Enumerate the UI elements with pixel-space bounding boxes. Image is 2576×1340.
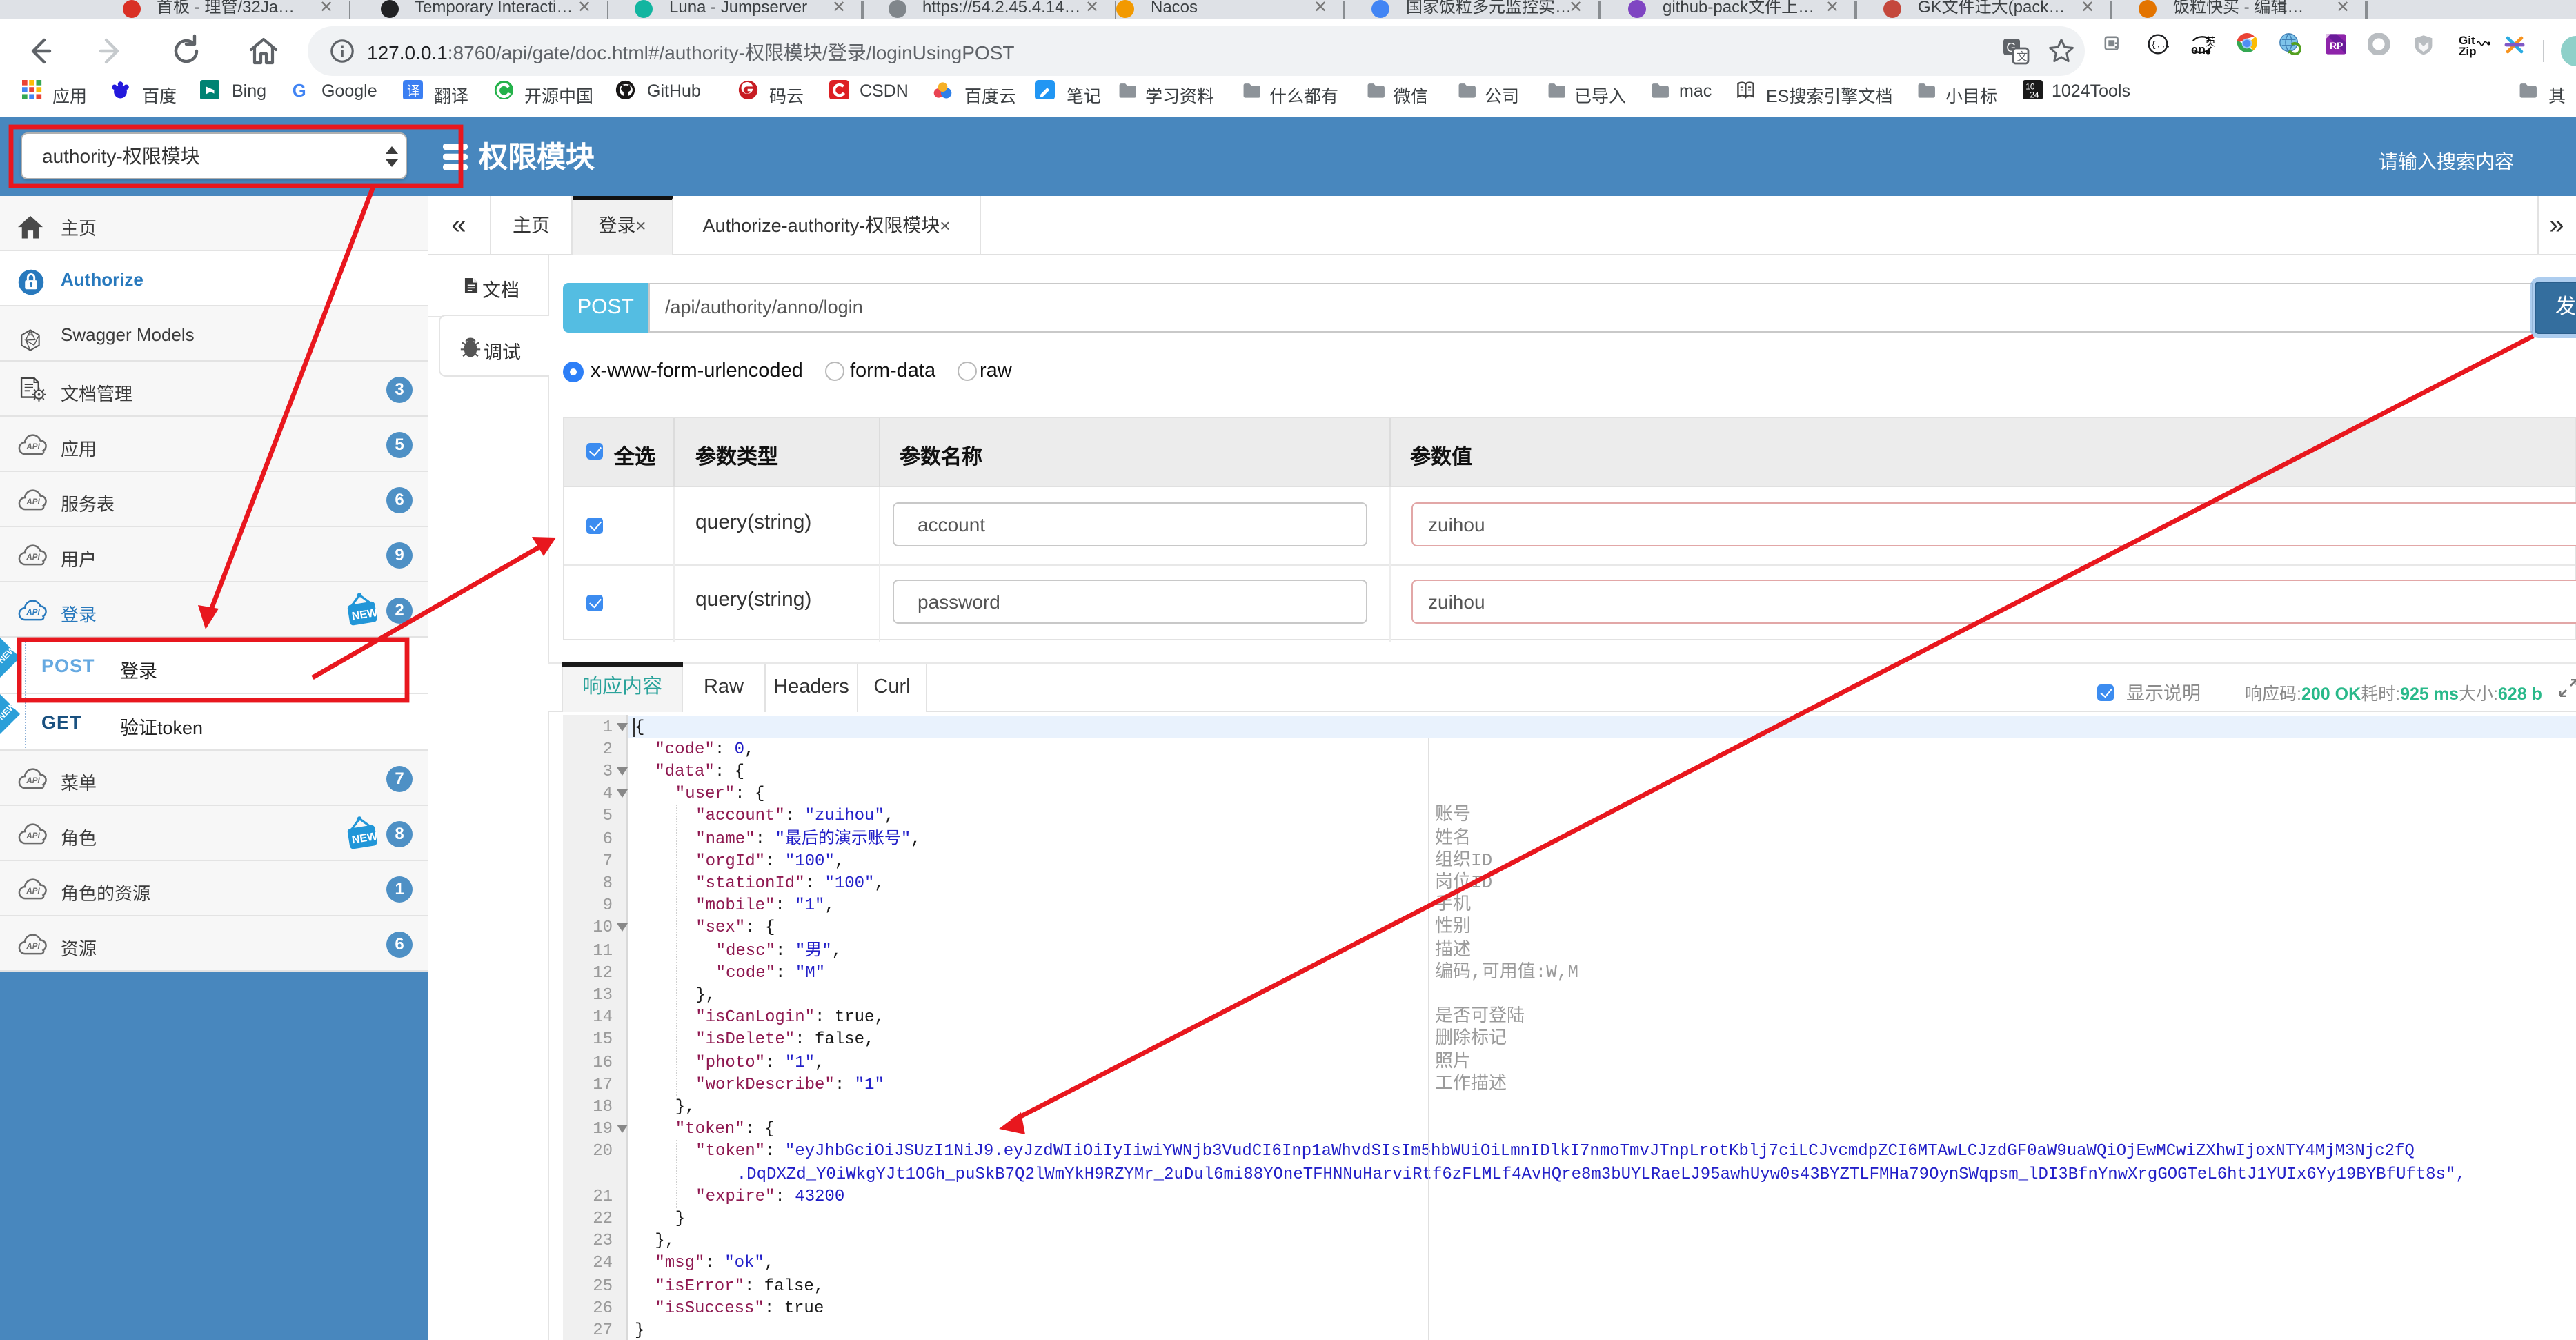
svg-text:API: API — [26, 609, 40, 617]
svg-text:译: 译 — [407, 83, 420, 97]
svg-text:A: A — [28, 331, 32, 337]
svg-text:API: API — [26, 553, 40, 562]
svg-text:API: API — [26, 443, 40, 451]
svg-text:API: API — [26, 777, 40, 785]
svg-text:文: 文 — [2017, 51, 2028, 63]
svg-text:{...}: {...} — [2151, 40, 2169, 50]
svg-text:24: 24 — [2030, 90, 2039, 99]
svg-text:G: G — [292, 81, 306, 99]
svg-text:API: API — [26, 498, 40, 506]
svg-text:API: API — [26, 887, 40, 896]
svg-text:API: API — [26, 943, 40, 951]
svg-text:API: API — [26, 832, 40, 840]
svg-text:RP: RP — [2330, 40, 2343, 51]
